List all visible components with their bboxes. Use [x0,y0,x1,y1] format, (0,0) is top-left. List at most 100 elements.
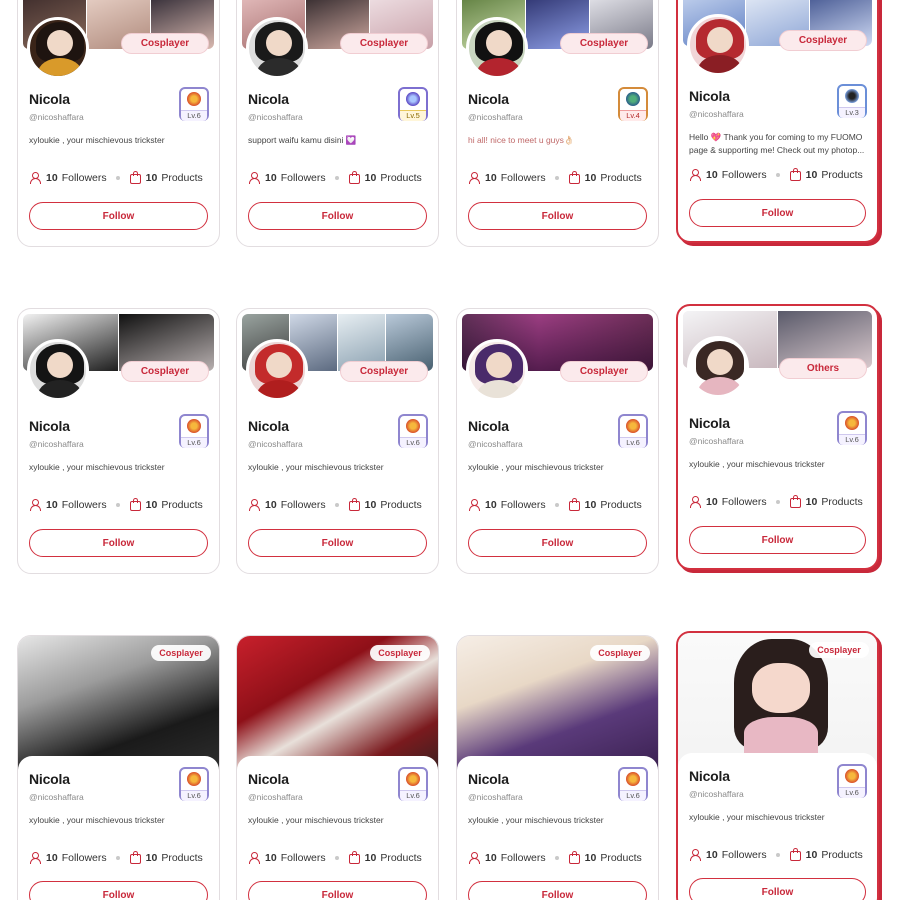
level-badge: Lv.5 [398,87,428,121]
creator-bio: xyloukie , your mischievous trickster [248,815,384,825]
creator-card[interactable]: Cosplayer Nicola @nicoshaffara Lv.6 xylo… [17,0,220,247]
card-body: Nicola @nicoshaffara Lv.6 xyloukie , you… [457,756,658,900]
level-emblem-icon [406,92,420,106]
avatar[interactable] [27,17,89,79]
level-badge: Lv.6 [837,411,867,445]
products-icon [348,851,361,864]
creator-handle: @nicoshaffara [468,792,523,802]
avatar[interactable] [687,336,749,398]
follow-button[interactable]: Follow [248,881,427,900]
creator-name[interactable]: Nicola [248,418,289,434]
creator-stats: 10 Followers 10 Products [248,498,428,511]
creator-name[interactable]: Nicola [29,771,70,787]
category-pill: Cosplayer [560,33,648,54]
followers-icon [29,851,42,864]
follow-button[interactable]: Follow [248,529,427,557]
level-emblem-icon [626,772,640,786]
avatar[interactable] [27,339,89,401]
creator-card-photo-highlighted[interactable]: Cosplayer Nicola @nicoshaffara Lv.6 xylo… [676,631,879,900]
followers-icon [248,498,261,511]
creator-bio: xyloukie , your mischievous trickster [29,815,165,825]
creator-card[interactable]: Cosplayer Nicola @nicoshaffara Lv.6 xylo… [17,308,220,574]
level-badge: Lv.6 [837,764,867,798]
followers-icon [468,498,481,511]
creator-card[interactable]: Cosplayer Nicola @nicoshaffara Lv.6 xylo… [456,308,659,574]
category-pill: Cosplayer [340,33,428,54]
level-badge: Lv.6 [179,767,209,801]
creator-name[interactable]: Nicola [468,91,509,107]
avatar[interactable] [687,14,749,76]
follow-button[interactable]: Follow [29,529,208,557]
level-emblem-icon [406,772,420,786]
products-icon [129,498,142,511]
avatar[interactable] [246,339,308,401]
creator-name[interactable]: Nicola [468,418,509,434]
creator-handle: @nicoshaffara [248,439,303,449]
followers-icon [689,848,702,861]
level-emblem-icon [626,419,640,433]
creator-stats: 10 Followers 10 Products [689,848,867,861]
avatar[interactable] [466,17,528,79]
creator-card-highlighted[interactable]: Cosplayer Nicola @nicoshaffara Lv.3 Hell… [676,0,879,243]
products-icon [568,498,581,511]
products-icon [348,498,361,511]
card-body: Nicola @nicoshaffara Lv.6 xyloukie , you… [18,756,219,900]
products-icon [789,168,802,181]
category-pill: Cosplayer [121,33,209,54]
creator-bio: xyloukie , your mischievous trickster [29,135,165,145]
creator-handle: @nicoshaffara [248,792,303,802]
followers-icon [468,851,481,864]
followers-icon [468,171,481,184]
follow-button[interactable]: Follow [468,881,647,900]
creator-card[interactable]: Cosplayer Nicola @nicoshaffara Lv.5 supp… [236,0,439,247]
creator-card-photo[interactable]: Cosplayer Nicola @nicoshaffara Lv.6 xylo… [456,635,659,900]
creator-handle: @nicoshaffara [689,789,744,799]
category-pill: Others [779,358,867,379]
level-emblem-icon [845,416,859,430]
creator-stats: 10 Followers 10 Products [689,168,867,181]
creator-name[interactable]: Nicola [689,88,730,104]
followers-icon [248,851,261,864]
creator-stats: 10 Followers 10 Products [468,851,648,864]
creator-name[interactable]: Nicola [29,418,70,434]
creator-name[interactable]: Nicola [689,415,730,431]
category-pill: Cosplayer [340,361,428,382]
category-pill: Cosplayer [151,645,211,661]
creator-card[interactable]: Cosplayer Nicola @nicoshaffara Lv.6 xylo… [236,308,439,574]
creator-name[interactable]: Nicola [29,91,70,107]
category-pill: Cosplayer [590,645,650,661]
products-icon [348,171,361,184]
creator-bio: xyloukie , your mischievous trickster [29,462,165,472]
level-emblem-icon [187,92,201,106]
follow-button[interactable]: Follow [29,202,208,230]
followers-icon [248,171,261,184]
creator-handle: @nicoshaffara [689,109,744,119]
creator-handle: @nicoshaffara [468,112,523,122]
level-emblem-icon [406,419,420,433]
follow-button[interactable]: Follow [468,202,647,230]
level-badge: Lv.6 [179,87,209,121]
creator-stats: 10 Followers 10 Products [689,495,867,508]
avatar[interactable] [466,339,528,401]
creator-card[interactable]: Cosplayer Nicola @nicoshaffara Lv.4 hi a… [456,0,659,247]
creator-card-photo[interactable]: Cosplayer Nicola @nicoshaffara Lv.6 xylo… [17,635,220,900]
avatar[interactable] [246,17,308,79]
level-emblem-icon [187,419,201,433]
creator-handle: @nicoshaffara [29,439,84,449]
creator-name[interactable]: Nicola [248,771,289,787]
creator-stats: 10 Followers 10 Products [468,498,648,511]
creator-name[interactable]: Nicola [248,91,289,107]
follow-button[interactable]: Follow [29,881,208,900]
creator-handle: @nicoshaffara [29,792,84,802]
follow-button[interactable]: Follow [689,878,866,900]
follow-button[interactable]: Follow [468,529,647,557]
creator-card-photo[interactable]: Cosplayer Nicola @nicoshaffara Lv.6 xylo… [236,635,439,900]
follow-button[interactable]: Follow [248,202,427,230]
follow-button[interactable]: Follow [689,526,866,554]
follow-button[interactable]: Follow [689,199,866,227]
products-icon [568,851,581,864]
creator-card-highlighted[interactable]: Others Nicola @nicoshaffara Lv.6 xylouki… [676,304,879,570]
creator-name[interactable]: Nicola [468,771,509,787]
creator-name[interactable]: Nicola [689,768,730,784]
card-body: Nicola @nicoshaffara Lv.6 xyloukie , you… [237,756,438,900]
